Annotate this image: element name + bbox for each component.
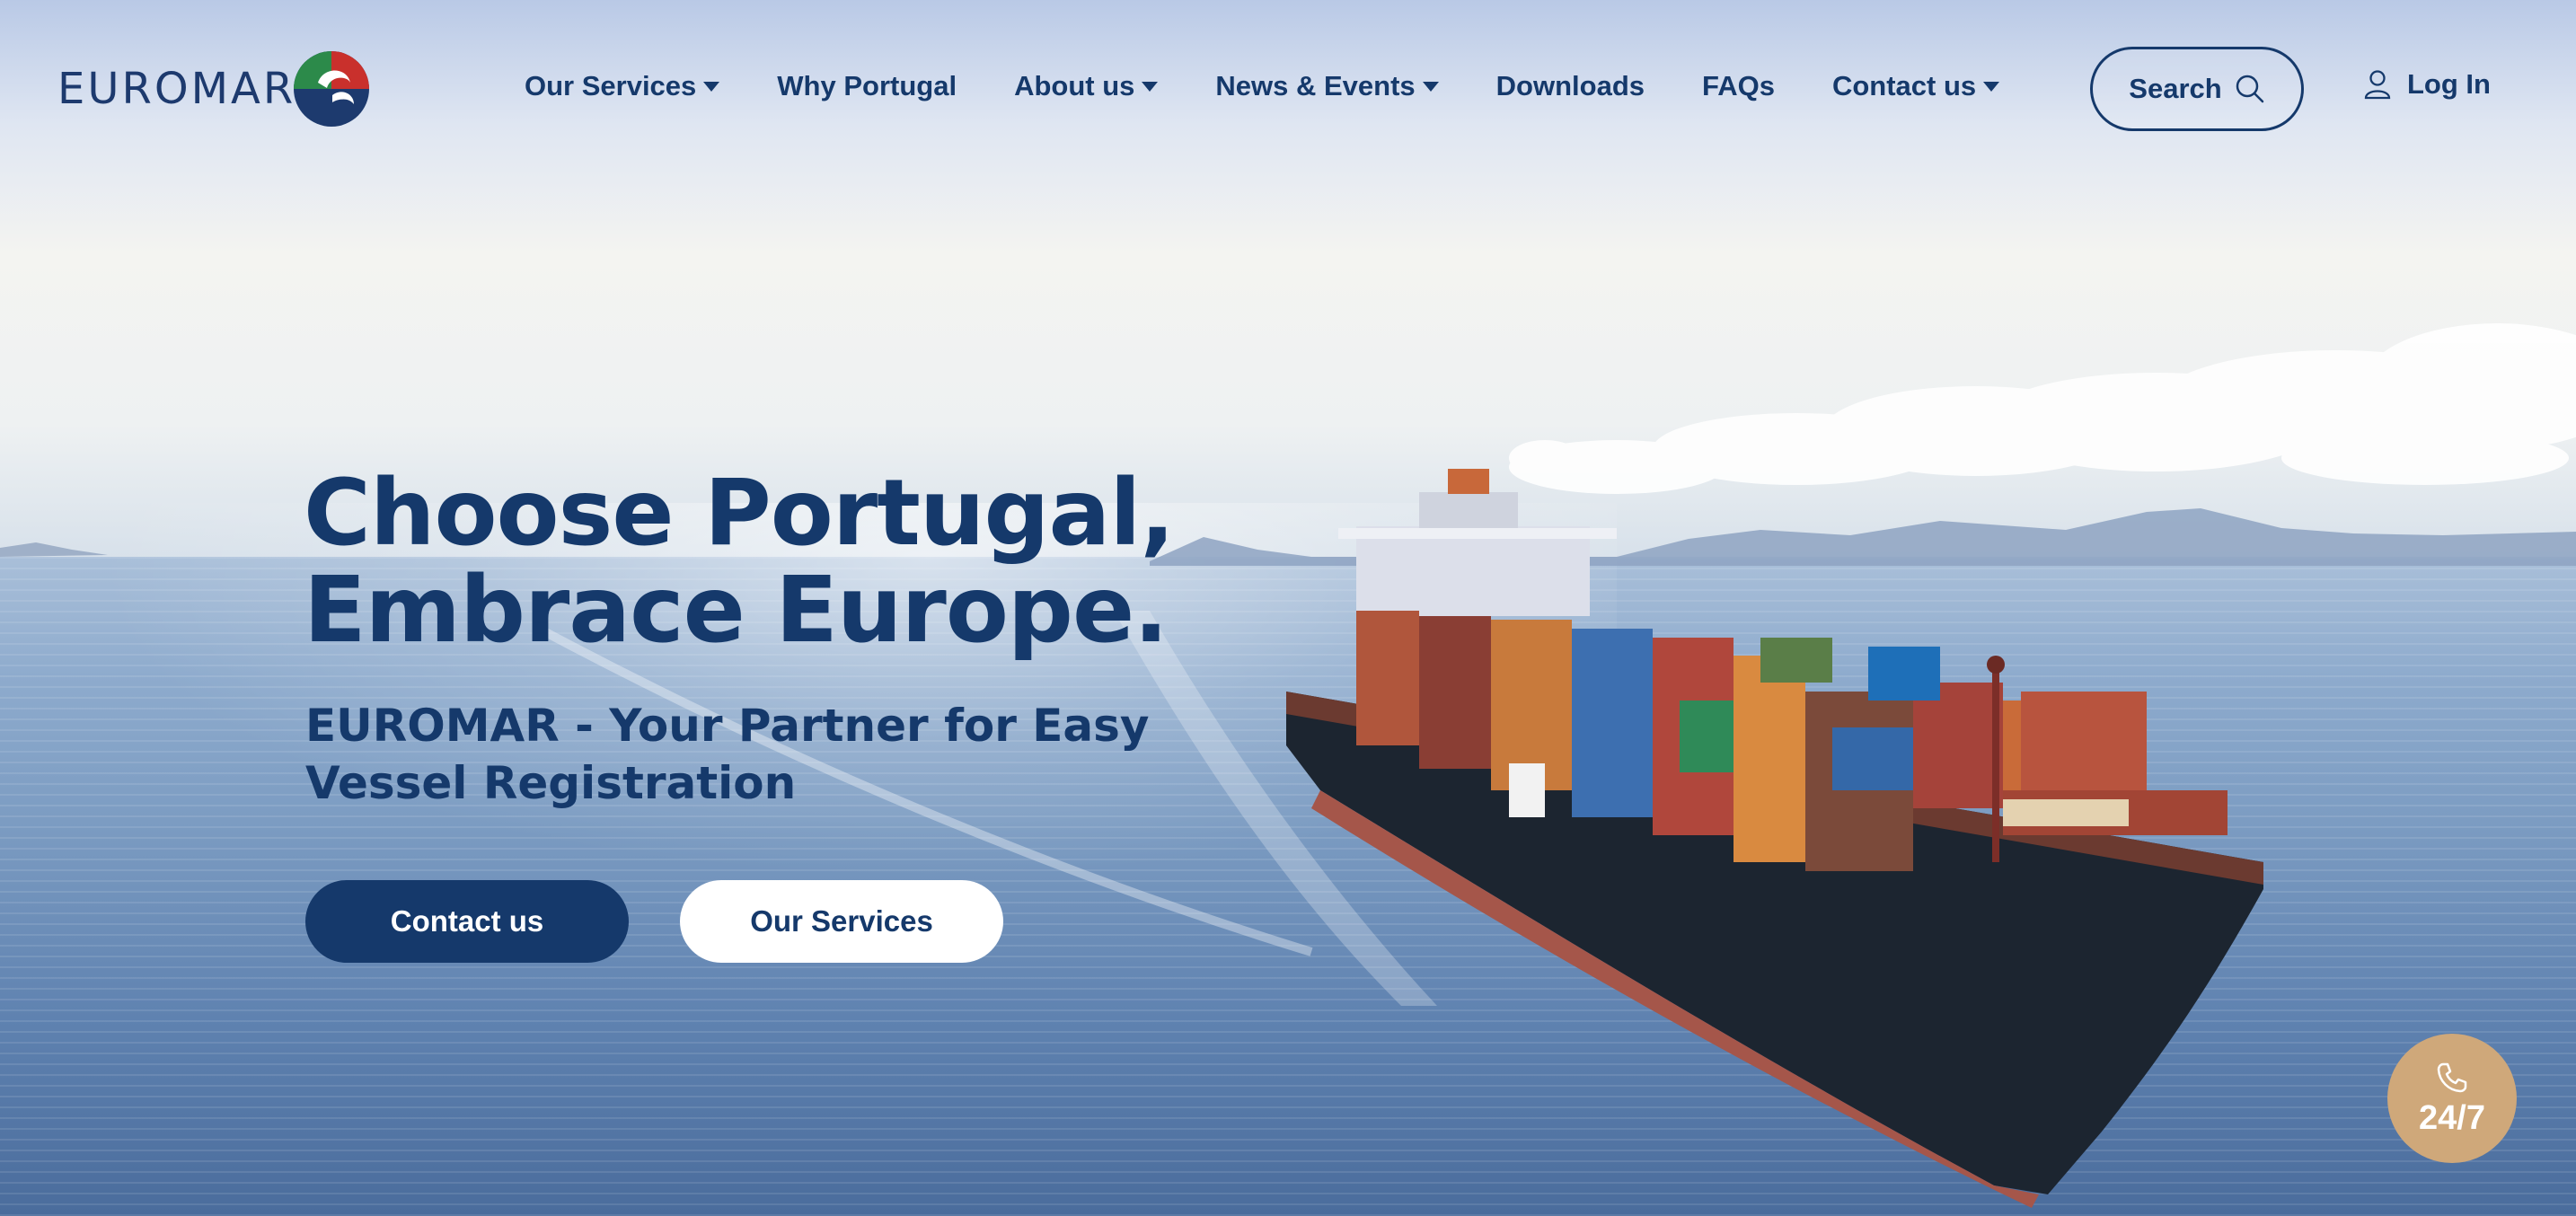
nav-item-our-services[interactable]: Our Services xyxy=(525,70,720,102)
nav-item-label: FAQs xyxy=(1702,70,1775,101)
phone-icon xyxy=(2437,1062,2467,1092)
euromar-emblem-icon xyxy=(294,51,369,127)
nav-item-contact-us[interactable]: Contact us xyxy=(1831,70,2000,102)
hero-subtitle-line-2: Vessel Registration xyxy=(305,757,797,809)
caret-down-icon xyxy=(1422,81,1439,92)
euromar-logo[interactable]: EUROMAR xyxy=(57,48,369,129)
search-button-label: Search xyxy=(2129,73,2222,104)
nav-item-label: Contact us xyxy=(1831,70,1977,101)
nav-item-label: About us xyxy=(1014,70,1135,101)
nav-item-downloads[interactable]: Downloads xyxy=(1496,70,1645,102)
nav-item-label: Why Portugal xyxy=(777,70,957,101)
login-link[interactable]: Log In xyxy=(2364,68,2491,101)
nav-item-why-portugal[interactable]: Why Portugal xyxy=(777,70,957,102)
brand-wordmark: EUROMAR xyxy=(57,64,296,114)
user-icon xyxy=(2364,70,2391,100)
login-label: Log In xyxy=(2407,68,2491,100)
nav-item-label: News & Events xyxy=(1215,70,1416,101)
support-label: 24/7 xyxy=(2419,1098,2485,1137)
search-icon xyxy=(2236,75,2263,103)
support-24-7-button[interactable]: 24/7 xyxy=(2387,1034,2517,1163)
nav-item-about-us[interactable]: About us xyxy=(1014,70,1159,102)
caret-down-icon xyxy=(1142,81,1159,92)
contact-us-button[interactable]: Contact us xyxy=(305,880,629,963)
main-navigation: Our Services Why Portugal About us News … xyxy=(525,70,2057,102)
hero-subtitle: EUROMAR - Your Partner for Easy Vessel R… xyxy=(305,697,1168,812)
hero-title-line-2: Embrace Europe. xyxy=(304,557,1169,664)
nav-item-faqs[interactable]: FAQs xyxy=(1702,70,1775,102)
hero-title-line-1: Choose Portugal, xyxy=(304,460,1175,567)
nav-item-label: Our Services xyxy=(525,70,697,101)
nav-item-label: Downloads xyxy=(1495,70,1645,101)
nav-item-news-events[interactable]: News & Events xyxy=(1215,70,1439,102)
our-services-button[interactable]: Our Services xyxy=(680,880,1003,963)
hero-title: Choose Portugal, Embrace Europe. xyxy=(304,465,1202,659)
caret-down-icon xyxy=(703,81,720,92)
hero-subtitle-line-1: EUROMAR - Your Partner for Easy xyxy=(305,700,1150,752)
caret-down-icon xyxy=(1983,81,2000,92)
search-button[interactable]: Search xyxy=(2090,47,2304,131)
